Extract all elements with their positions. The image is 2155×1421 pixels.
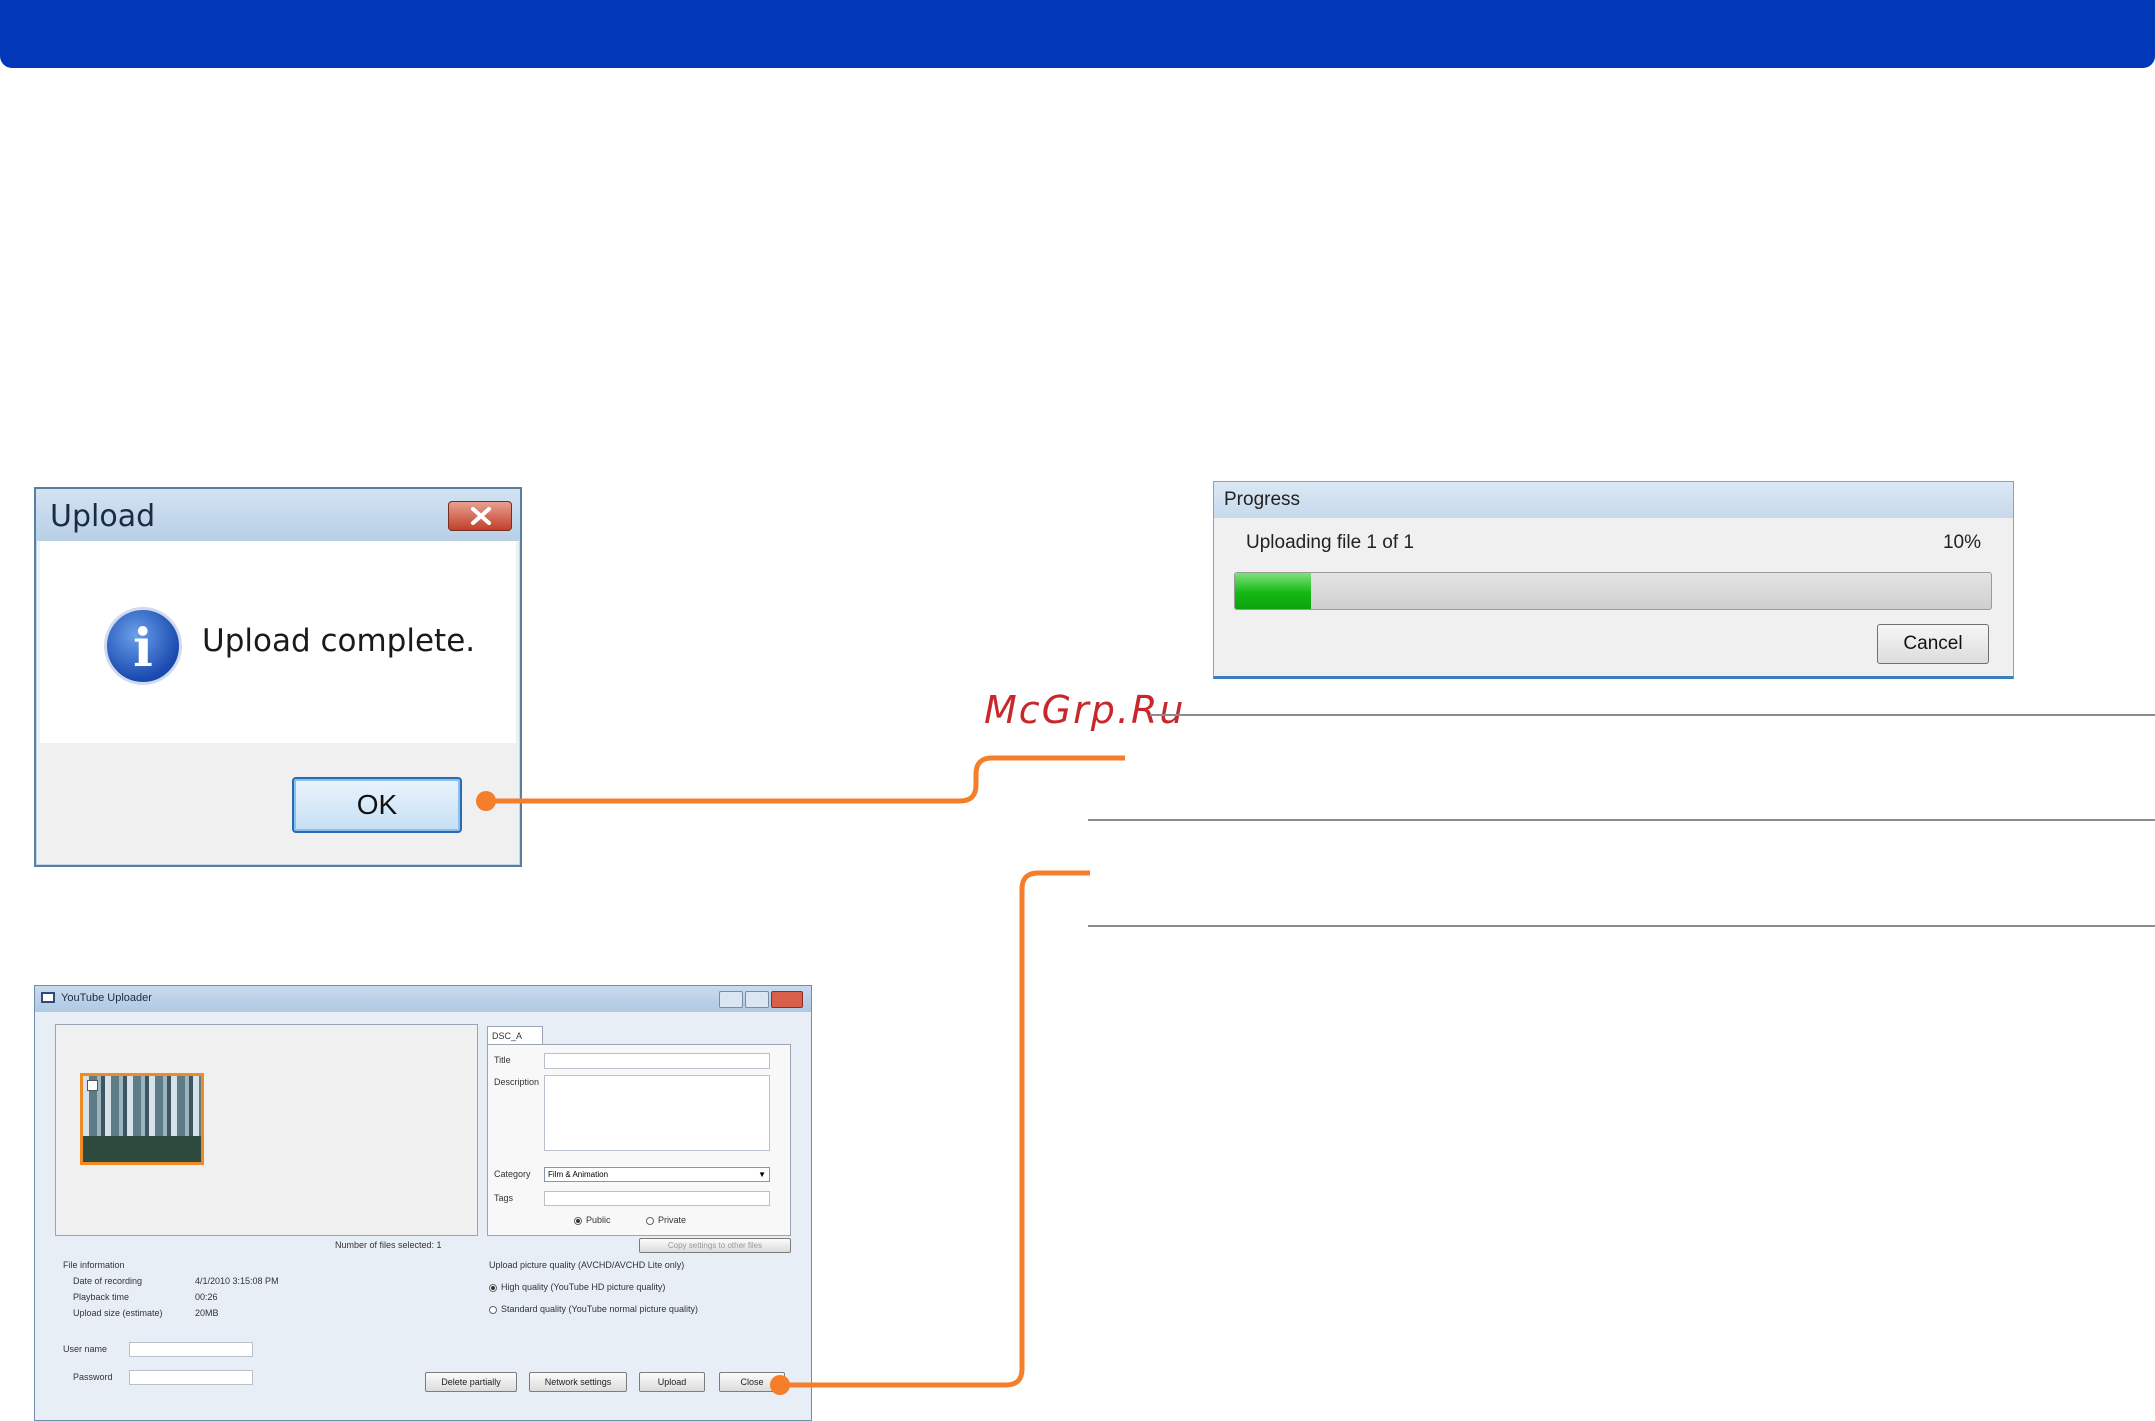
callout-connectors [488, 755, 1125, 1388]
callout-line-close [780, 870, 1090, 1388]
callout-line-ok [488, 755, 1125, 804]
callout-dot-close [770, 1375, 790, 1395]
callout-dot-ok [476, 791, 496, 811]
thumbnail-checkbox[interactable] [87, 1080, 98, 1091]
